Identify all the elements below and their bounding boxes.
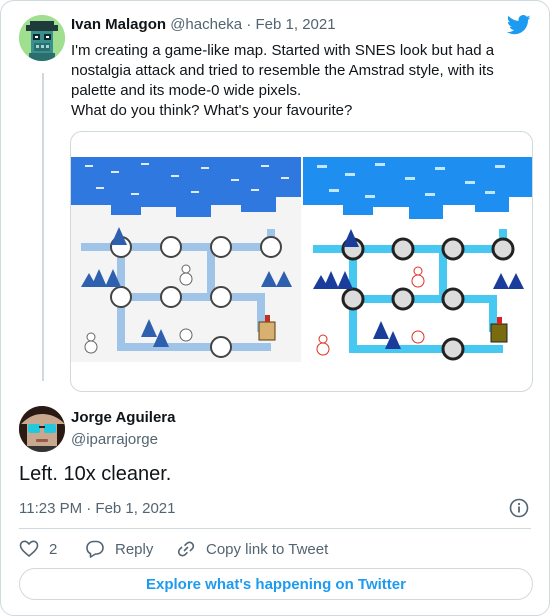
tweet-media-image[interactable] [70, 131, 533, 392]
reply-button[interactable]: Reply [85, 539, 153, 559]
like-count: 2 [49, 540, 58, 558]
reply-author-name[interactable]: Jorge Aguilera [71, 409, 175, 426]
explore-twitter-button[interactable]: Explore what's happening on Twitter [19, 568, 533, 600]
actions-divider [19, 528, 531, 529]
tweet-header: Ivan Malagon @hacheka · Feb 1, 2021 [71, 16, 336, 33]
copy-link-button[interactable]: Copy link to Tweet [176, 539, 328, 559]
reply-label: Reply [115, 540, 154, 558]
tweet-date[interactable]: Feb 1, 2021 [256, 16, 336, 33]
twitter-bird-icon[interactable] [507, 15, 531, 35]
amstrad-style-map-image [303, 157, 532, 362]
author-name[interactable]: Ivan Malagon [71, 16, 166, 33]
info-icon[interactable] [509, 498, 529, 518]
tweet-text-line: I'm creating a game-like map. Started wi… [71, 42, 495, 59]
author-handle[interactable]: @hacheka [170, 16, 242, 33]
tweet-embed-card: Ivan Malagon @hacheka · Feb 1, 2021 I'm … [0, 0, 550, 616]
tweet-text-line: nostalgia attack and tried to resemble t… [71, 62, 494, 79]
reply-timestamp[interactable]: 11:23 PM · Feb 1, 2021 [19, 500, 175, 517]
speech-bubble-icon [86, 540, 104, 558]
tweet-text: I'm creating a game-like map. Started wi… [71, 41, 526, 121]
link-icon [177, 541, 195, 557]
copy-link-label: Copy link to Tweet [206, 540, 329, 558]
heart-icon [19, 540, 39, 558]
reply-author-handle[interactable]: @iparrajorge [71, 431, 158, 448]
date-separator: · [242, 16, 256, 33]
tweet-text-line: What do you think? What's your favourite… [71, 102, 353, 119]
author-avatar[interactable] [19, 15, 65, 61]
tweet-text-line: palette and its mode-0 wide pixels. [71, 82, 302, 99]
reply-author-avatar[interactable] [19, 406, 65, 452]
thread-connector-line [42, 73, 44, 381]
reply-text: Left. 10x cleaner. [19, 463, 172, 485]
like-button[interactable]: 2 [19, 539, 57, 559]
snes-style-map-image [71, 157, 301, 362]
